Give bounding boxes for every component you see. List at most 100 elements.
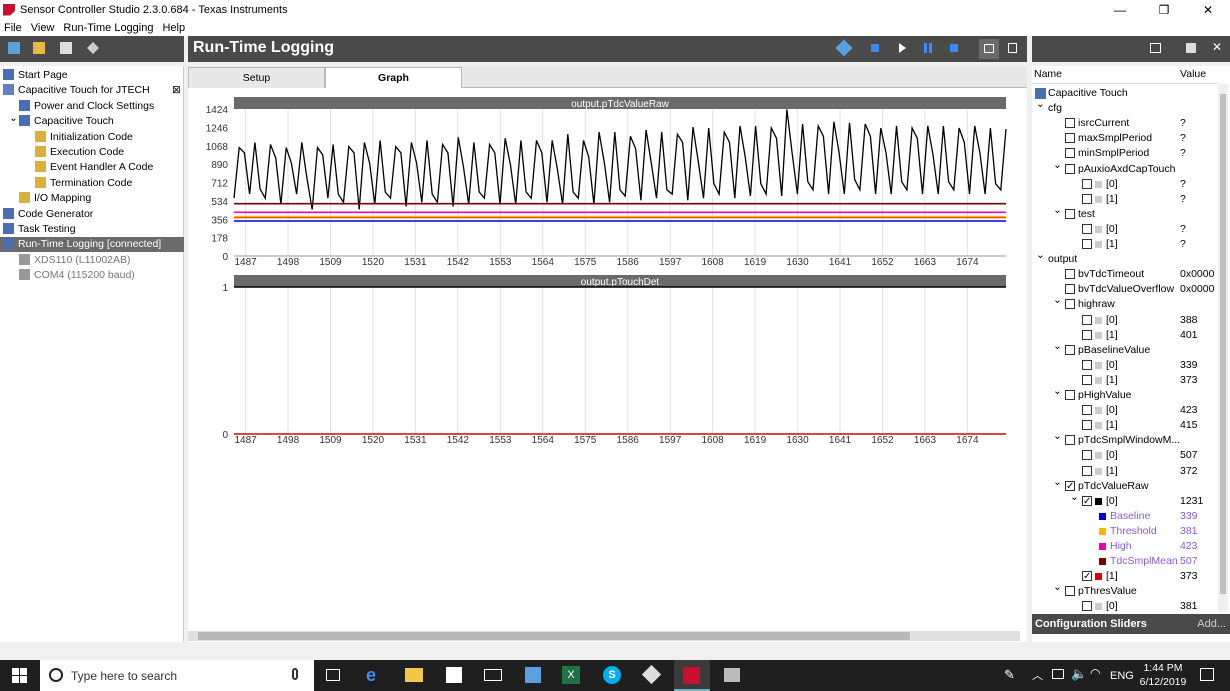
tree-item[interactable]: Run-Time Logging [connected] [0, 237, 184, 253]
variable-checkbox[interactable] [1082, 193, 1092, 204]
graph-view-button[interactable] [979, 39, 999, 59]
tree-item[interactable]: Initialization Code [0, 130, 133, 145]
table-view-icon[interactable] [1008, 43, 1017, 53]
name-column-header[interactable]: Name [1034, 68, 1062, 82]
file-explorer-icon[interactable] [405, 668, 423, 682]
tree-item[interactable]: Power and Clock Settings [0, 99, 154, 114]
variable-checkbox[interactable] [1082, 420, 1092, 431]
variable-row[interactable]: [0] 507 [1032, 448, 1218, 463]
expand-arrow-icon[interactable]: ⌄ [1070, 490, 1079, 505]
variable-checkbox[interactable] [1065, 163, 1075, 174]
menu-view[interactable]: View [31, 22, 55, 34]
color-swatch[interactable] [1095, 241, 1102, 248]
variable-row[interactable]: ⌄ pThresValue [1032, 581, 1218, 599]
sensor-controller-taskbar-button[interactable] [674, 660, 710, 691]
pause-icon[interactable] [924, 43, 932, 53]
expand-arrow-icon[interactable]: ⌄ [1053, 429, 1062, 444]
expand-arrow-icon[interactable]: ⌄ [1053, 203, 1062, 218]
expand-arrow-icon[interactable]: ⌄ [1036, 248, 1045, 263]
wifi-icon[interactable]: ◠ [1090, 666, 1100, 680]
variable-row[interactable]: ⌄ [0] 1231 [1032, 491, 1218, 509]
clock-date[interactable]: 6/12/2019 [1137, 676, 1189, 688]
expand-arrow-icon[interactable]: ⌄ [1053, 293, 1062, 308]
color-swatch[interactable] [1095, 603, 1102, 611]
variable-row[interactable]: ⌄ pBaselineValue [1032, 340, 1218, 358]
stop-icon[interactable] [871, 44, 879, 52]
new-project-icon[interactable] [8, 42, 20, 54]
expand-arrow-icon[interactable]: ⌄ [1036, 97, 1045, 112]
tree-item[interactable]: Execution Code [0, 145, 124, 160]
maximize-icon[interactable]: ❐ [1142, 0, 1186, 19]
tree-item[interactable]: I/O Mapping [0, 191, 91, 206]
expand-arrow-icon[interactable]: ⌄ [1053, 384, 1062, 399]
variable-checkbox[interactable] [1082, 494, 1092, 509]
color-swatch[interactable] [1099, 543, 1106, 550]
variable-row[interactable]: [0]? [1032, 222, 1218, 237]
variable-checkbox[interactable] [1065, 390, 1075, 400]
variable-row[interactable]: ⌄ cfg [1032, 98, 1218, 116]
color-swatch[interactable] [1095, 316, 1102, 324]
color-swatch[interactable] [1095, 407, 1102, 415]
add-slider-button[interactable]: Add... [1197, 614, 1226, 634]
variable-checkbox[interactable] [1065, 208, 1075, 219]
tree-item[interactable]: COM4 (115200 baud) [0, 268, 135, 283]
variable-row[interactable]: Baseline 339 [1032, 509, 1218, 524]
variable-row[interactable]: [1]? [1032, 237, 1218, 252]
excel-icon[interactable]: X [562, 666, 580, 684]
vertical-scrollbar[interactable] [1218, 84, 1228, 612]
open-folder-icon[interactable] [33, 42, 45, 54]
variable-checkbox[interactable] [1082, 374, 1092, 385]
play-icon[interactable] [899, 43, 906, 53]
variable-checkbox[interactable] [1065, 435, 1075, 446]
color-swatch[interactable] [1095, 361, 1102, 369]
task-view-icon[interactable] [326, 669, 340, 681]
color-swatch[interactable] [1095, 467, 1102, 475]
variable-row[interactable]: ⌄ pHighValue [1032, 385, 1218, 403]
close-project-icon[interactable]: ⊠ [172, 83, 181, 98]
tree-item[interactable]: ⌄ Capacitive Touch [0, 111, 114, 129]
expand-arrow-icon[interactable]: ⌄ [1053, 339, 1062, 354]
variable-checkbox[interactable] [1082, 314, 1092, 325]
variable-checkbox[interactable] [1065, 269, 1075, 280]
variable-row[interactable]: Capacitive Touch [1032, 86, 1218, 101]
tray-chevron-icon[interactable]: ︿ [1032, 667, 1043, 683]
cube-app-icon[interactable] [641, 664, 662, 685]
variable-row[interactable]: Threshold 381 [1032, 524, 1218, 539]
record-stop-icon[interactable] [950, 44, 958, 52]
notifications-icon[interactable] [1200, 668, 1214, 681]
color-swatch[interactable] [1095, 376, 1102, 384]
menu-run-time-logging[interactable]: Run-Time Logging [63, 22, 153, 34]
variable-row[interactable]: ⌄ pTdcValueRaw [1032, 476, 1218, 494]
expand-arrow-icon[interactable]: ⌄ [1053, 158, 1062, 173]
connect-icon[interactable] [835, 39, 853, 57]
variable-row[interactable]: isrcCurrent? [1032, 116, 1218, 131]
color-swatch[interactable] [1095, 225, 1102, 233]
color-swatch[interactable] [1095, 331, 1102, 339]
tree-item[interactable]: Capacitive Touch for JTECH ⊠ [0, 83, 181, 98]
variable-row[interactable]: bvTdcTimeout 0x0000 [1032, 267, 1218, 282]
color-swatch[interactable] [1095, 573, 1102, 581]
expand-arrow-icon[interactable]: ⌄ [9, 111, 18, 126]
menu-help[interactable]: Help [162, 22, 185, 34]
variable-row[interactable]: ⌄ test [1032, 204, 1218, 222]
color-swatch[interactable] [1095, 180, 1102, 188]
minimize-icon[interactable]: — [1098, 0, 1142, 19]
variable-checkbox[interactable] [1082, 601, 1092, 612]
variable-row[interactable]: [0] 423 [1032, 403, 1218, 418]
skype-icon[interactable]: S [603, 666, 621, 684]
mail-icon[interactable] [484, 669, 502, 681]
variable-checkbox[interactable] [1082, 239, 1092, 249]
variable-row[interactable]: maxSmplPeriod? [1032, 131, 1218, 146]
variable-checkbox[interactable] [1082, 223, 1092, 234]
variable-row[interactable]: TdcSmplMean 507 [1032, 554, 1218, 569]
variable-row[interactable]: [0] 381 [1032, 599, 1218, 612]
horizontal-scrollbar[interactable] [188, 631, 1020, 641]
variable-row[interactable]: High 423 [1032, 539, 1218, 554]
color-swatch[interactable] [1095, 497, 1102, 505]
tree-item[interactable]: Code Generator [0, 207, 93, 222]
variable-row[interactable]: ⌄ pTdcSmplWindowM... [1032, 430, 1218, 448]
color-swatch[interactable] [1099, 527, 1106, 535]
variable-checkbox[interactable] [1082, 178, 1092, 189]
tree-item[interactable]: Termination Code [0, 176, 132, 191]
close-panel-icon[interactable]: ✕ [1212, 40, 1222, 54]
